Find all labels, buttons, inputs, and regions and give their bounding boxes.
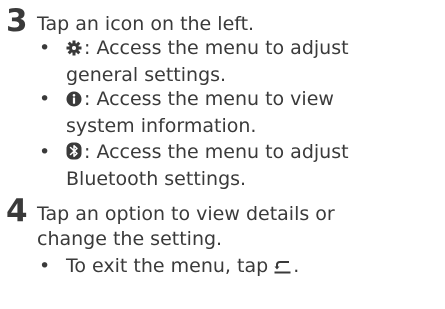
bullet-text: : Access the menu to adjust general sett… (66, 36, 436, 88)
bullet-line1: : Access the menu to adjust (84, 141, 349, 163)
bullet-dot: • (39, 37, 51, 59)
bullet-text-after: . (293, 255, 300, 277)
bullet-line1: : Access the menu to adjust (84, 37, 349, 59)
bullet-dot: • (39, 141, 51, 163)
bullet-dot: • (39, 255, 51, 277)
step-line2: change the setting. (37, 228, 223, 250)
bullet-text-before: To exit the menu, tap (66, 255, 269, 277)
gear-icon (66, 38, 82, 63)
step-text: Tap an icon on the left. (37, 13, 255, 35)
back-icon (274, 256, 291, 281)
step-number: 3 (6, 3, 28, 39)
instruction-page: 3 Tap an icon on the left. •: Access th… (0, 0, 445, 309)
bullet-line2: general settings. (66, 64, 227, 86)
step-line1: Tap an option to view details or (37, 203, 335, 225)
info-icon (66, 89, 82, 114)
step-text: Tap an option to view details or change … (37, 202, 335, 252)
bullet-text: To exit the menu, tap . (66, 254, 436, 281)
bluetooth-icon (66, 142, 82, 167)
bullet-dot: • (39, 88, 51, 110)
bullet-line2: Bluetooth settings. (66, 168, 247, 190)
bullet-line2: system information. (66, 115, 257, 137)
bullet-text: : Access the menu to adjust Bluetooth se… (66, 140, 436, 192)
step-number: 4 (6, 193, 28, 229)
bullet-line1: : Access the menu to view (84, 88, 334, 110)
bullet-text: : Access the menu to view system informa… (66, 87, 436, 139)
